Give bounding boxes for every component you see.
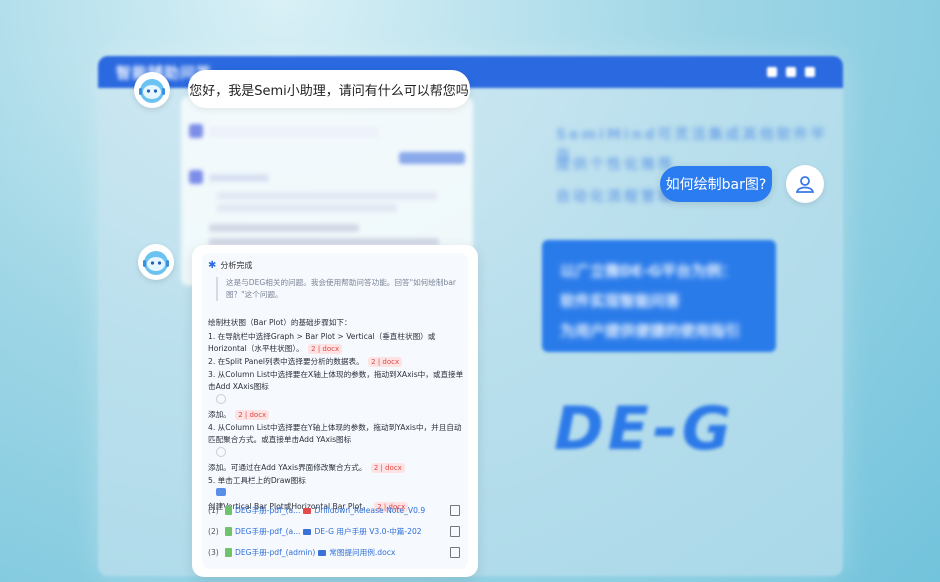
user-avatar (786, 165, 824, 203)
answer-card: ✱ 分析完成 这是与DEG相关的问题。我会使用帮助问答功能。回答"如何绘制bar… (192, 245, 478, 577)
add-yaxis-icon (216, 447, 226, 457)
window-dot-icon (767, 67, 777, 77)
robot-icon (139, 79, 165, 103)
step-4: 4. 从Column List中选择要在Y轴上体现的参数，拖动到YAxis中，并… (208, 423, 462, 473)
document-icon[interactable] (450, 505, 460, 516)
add-xaxis-icon (216, 394, 226, 404)
panel-line-1: 以广立微DE-G平台为例： (560, 262, 737, 280)
source-tag[interactable]: 2 | docx (368, 357, 403, 367)
greeting-bubble: 您好，我是Semi小助理，请问有什么可以帮您吗 (188, 70, 470, 108)
window-controls (767, 67, 815, 77)
window-dot-icon (786, 67, 796, 77)
bot-avatar (134, 72, 170, 108)
sparkle-icon: ✱ (208, 260, 217, 271)
document-icon[interactable] (450, 526, 460, 537)
panel-line-2: 软件实现智能问答 (560, 292, 681, 310)
answer-intro: 绘制柱状图（Bar Plot）的基础步骤如下： (208, 318, 352, 327)
status-label: 分析完成 (220, 261, 253, 270)
user-question-bubble: 如何绘制bar图? (660, 166, 772, 202)
source-tag[interactable]: 2 | docx (370, 463, 405, 473)
bot-avatar (138, 244, 174, 280)
document-icon[interactable] (450, 547, 460, 558)
deg-logo: DE-G (554, 394, 735, 464)
reasoning-quote: 这是与DEG相关的问题。我会使用帮助问答功能。回答"如何绘制bar图？"这个问题… (216, 277, 466, 301)
background-line-3: 自动化流程管理 (556, 189, 675, 205)
analysis-status: ✱ 分析完成 (208, 260, 252, 271)
answer-body: 绘制柱状图（Bar Plot）的基础步骤如下： 1. 在导航栏中选择Graph … (208, 317, 464, 514)
draw-icon (216, 488, 226, 496)
source-tag[interactable]: 2 | docx (308, 344, 343, 354)
excel-file-icon (225, 506, 232, 515)
step-3: 3. 从Column List中选择要在X轴上体现的参数，拖动到XAxis中，或… (208, 370, 464, 420)
word-file-icon (318, 549, 327, 556)
background-line-2: 提供个性化推荐 (556, 157, 675, 173)
background-panel: 以广立微DE-G平台为例： 软件实现智能问答 为用户提供便捷的使用指引 (542, 240, 776, 352)
window-dot-icon (805, 67, 815, 77)
reference-row[interactable]: (1) DEG手册-pdf_(a... Drilldown_Release No… (208, 505, 464, 516)
step-2: 2. 在Split Panel列表中选择要分析的数据表。 2 | docx (208, 356, 464, 368)
step-1: 1. 在导航栏中选择Graph > Bar Plot > Vertical（垂直… (208, 332, 436, 354)
user-icon (795, 176, 815, 193)
answer-content: ✱ 分析完成 这是与DEG相关的问题。我会使用帮助问答功能。回答"如何绘制bar… (202, 253, 468, 569)
robot-icon (143, 251, 169, 275)
reference-row[interactable]: (3) DEG手册-pdf_(admin) 常图提问用例.docx (208, 547, 464, 558)
excel-file-icon (225, 548, 232, 557)
reference-row[interactable]: (2) DEG手册-pdf_(a... DE-G 用户手册 V3.0-中篇-20… (208, 526, 464, 537)
source-tag[interactable]: 2 | docx (235, 410, 270, 420)
word-file-icon (303, 528, 312, 535)
pdf-file-icon (303, 507, 312, 514)
panel-line-3: 为用户提供便捷的使用指引 (560, 322, 741, 340)
excel-file-icon (225, 527, 232, 536)
